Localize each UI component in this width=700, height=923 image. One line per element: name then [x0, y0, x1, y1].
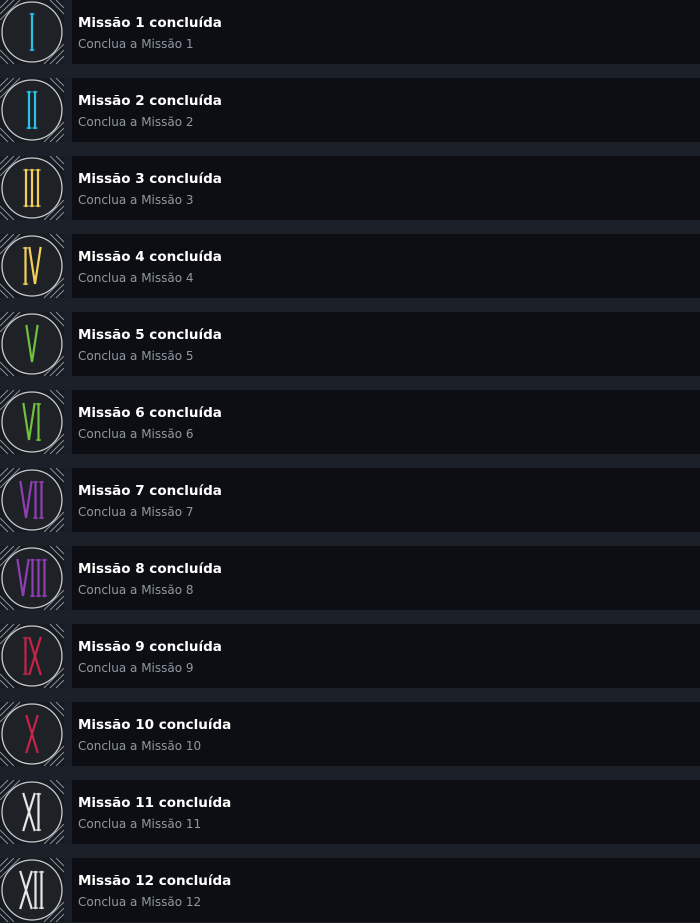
roman-numeral-12-icon [0, 858, 64, 922]
achievement-description: Conclua a Missão 5 [78, 349, 194, 363]
row-divider [64, 702, 72, 766]
achievement-row[interactable]: Missão 12 concluída Conclua a Missão 12 [0, 858, 700, 922]
achievement-description: Conclua a Missão 1 [78, 37, 194, 51]
achievement-title: Missão 6 concluída [78, 405, 222, 421]
row-divider [64, 390, 72, 454]
achievement-row[interactable]: Missão 5 concluída Conclua a Missão 5 [0, 312, 700, 376]
roman-numeral-1-icon [0, 0, 64, 64]
achievement-row[interactable]: Missão 3 concluída Conclua a Missão 3 [0, 156, 700, 220]
roman-numeral-6-icon [0, 390, 64, 454]
row-divider [64, 312, 72, 376]
achievement-row[interactable]: Missão 6 concluída Conclua a Missão 6 [0, 390, 700, 454]
achievement-title: Missão 10 concluída [78, 717, 232, 733]
roman-numeral-5-icon [0, 312, 64, 376]
achievement-row[interactable]: Missão 1 concluída Conclua a Missão 1 [0, 0, 700, 64]
achievement-description: Conclua a Missão 4 [78, 271, 194, 285]
achievement-title: Missão 3 concluída [78, 171, 222, 187]
roman-numeral-7-icon [0, 468, 64, 532]
achievement-title: Missão 4 concluída [78, 249, 222, 265]
achievement-row[interactable]: Missão 7 concluída Conclua a Missão 7 [0, 468, 700, 532]
achievement-row[interactable]: Missão 4 concluída Conclua a Missão 4 [0, 234, 700, 298]
achievement-description: Conclua a Missão 9 [78, 661, 194, 675]
row-divider [64, 780, 72, 844]
achievement-description: Conclua a Missão 3 [78, 193, 194, 207]
roman-numeral-9-icon [0, 624, 64, 688]
achievement-row[interactable]: Missão 8 concluída Conclua a Missão 8 [0, 546, 700, 610]
achievement-row[interactable]: Missão 11 concluída Conclua a Missão 11 [0, 780, 700, 844]
achievement-title: Missão 9 concluída [78, 639, 222, 655]
achievement-title: Missão 2 concluída [78, 93, 222, 109]
achievement-description: Conclua a Missão 8 [78, 583, 194, 597]
achievement-title: Missão 12 concluída [78, 873, 232, 889]
row-divider [64, 624, 72, 688]
roman-numeral-3-icon [0, 156, 64, 220]
achievement-row[interactable]: Missão 2 concluída Conclua a Missão 2 [0, 78, 700, 142]
achievement-title: Missão 8 concluída [78, 561, 222, 577]
row-divider [64, 156, 72, 220]
achievement-row[interactable]: Missão 9 concluída Conclua a Missão 9 [0, 624, 700, 688]
row-divider [64, 546, 72, 610]
achievement-row[interactable]: Missão 10 concluída Conclua a Missão 10 [0, 702, 700, 766]
achievement-title: Missão 1 concluída [78, 15, 222, 31]
row-divider [64, 78, 72, 142]
roman-numeral-4-icon [0, 234, 64, 298]
achievement-title: Missão 11 concluída [78, 795, 232, 811]
achievement-description: Conclua a Missão 10 [78, 739, 202, 753]
roman-numeral-2-icon [0, 78, 64, 142]
row-divider [64, 0, 72, 64]
achievement-description: Conclua a Missão 7 [78, 505, 194, 519]
achievement-list: Missão 1 concluída Conclua a Missão 1 Miss… [0, 0, 700, 923]
roman-numeral-11-icon [0, 780, 64, 844]
achievement-description: Conclua a Missão 6 [78, 427, 194, 441]
achievement-title: Missão 7 concluída [78, 483, 222, 499]
roman-numeral-10-icon [0, 702, 64, 766]
row-divider [64, 858, 72, 922]
achievement-description: Conclua a Missão 12 [78, 895, 202, 909]
row-divider [64, 234, 72, 298]
achievement-description: Conclua a Missão 11 [78, 817, 202, 831]
row-divider [64, 468, 72, 532]
achievement-description: Conclua a Missão 2 [78, 115, 194, 129]
achievement-title: Missão 5 concluída [78, 327, 222, 343]
roman-numeral-8-icon [0, 546, 64, 610]
